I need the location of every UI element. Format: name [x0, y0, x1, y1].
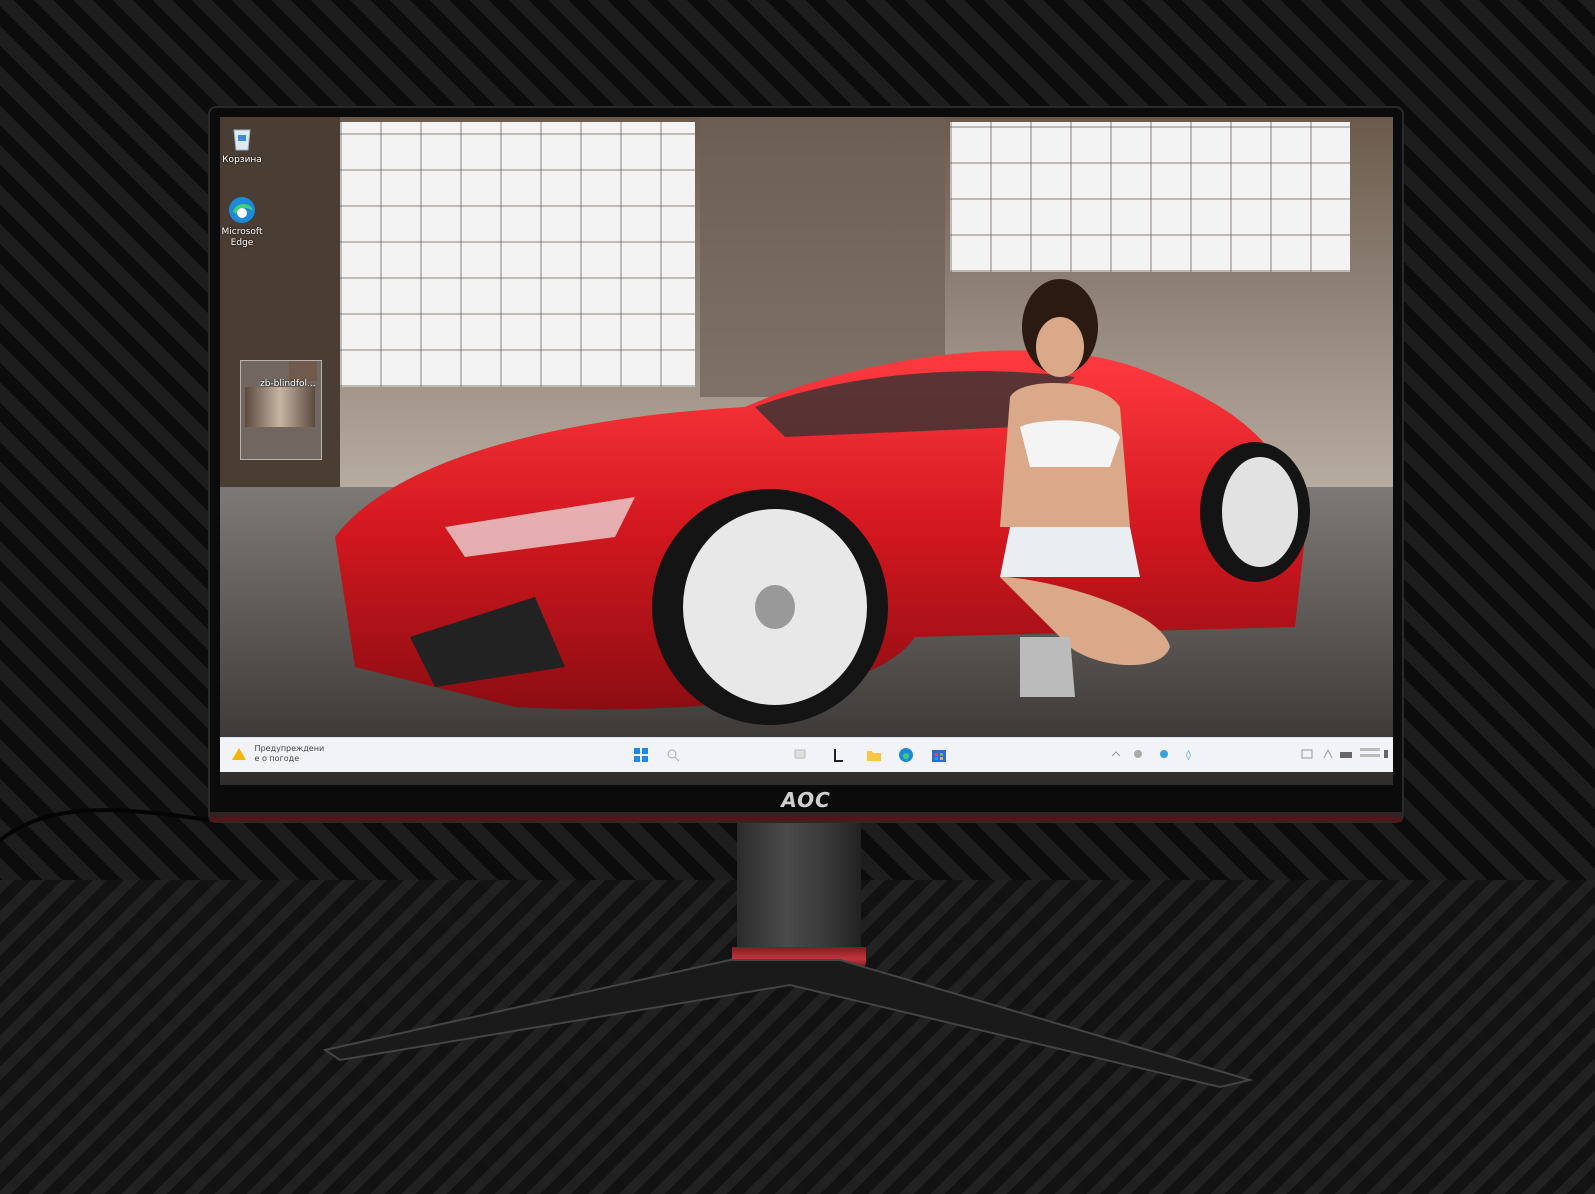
recycle-bin-icon	[233, 129, 251, 151]
monitor-stand-neck	[737, 822, 861, 952]
taskbar: Предупреждени е о погоде ◊	[220, 737, 1393, 772]
desktop-icon-recycle-bin[interactable]: Корзина	[220, 123, 272, 166]
search-icon[interactable]	[665, 747, 681, 763]
monitor-chin-stripe	[210, 812, 1402, 822]
monitor-stand-base	[322, 959, 1254, 1089]
desktop-thumbnail-preview	[240, 360, 322, 460]
desktop-icon-label: Microsoft Edge	[221, 227, 263, 248]
monitor-logo: AOC	[781, 788, 831, 812]
tray-icons: ◊	[1111, 749, 1191, 761]
weather-line1: Предупреждени	[254, 744, 325, 753]
monitor-cable	[0, 808, 220, 842]
task-view-icon[interactable]	[793, 747, 809, 763]
store-icon[interactable]	[931, 747, 947, 763]
weather-line2: е о погоде	[254, 754, 300, 763]
desktop-folder-label[interactable]: zb-blindfol...	[260, 379, 332, 389]
folder-icon[interactable]	[866, 747, 882, 763]
svg-text:◊: ◊	[1186, 749, 1191, 760]
thumbnail-image	[245, 387, 315, 427]
system-tray[interactable]: ◊	[1110, 748, 1230, 762]
desktop-icon-edge[interactable]: Microsoft Edge	[220, 195, 272, 249]
start-icon[interactable]	[633, 747, 649, 763]
thumbnail-image-small	[289, 361, 317, 381]
warning-icon	[232, 748, 246, 760]
wallpaper-model	[1000, 279, 1170, 697]
taskbar-weather-widget[interactable]: Предупреждени е о погоде	[232, 744, 324, 764]
edge-icon	[229, 197, 255, 223]
wallpaper-window-right	[950, 122, 1350, 272]
desktop-icon-label: Корзина	[222, 155, 262, 165]
monitor-screen: Корзина Microsoft Edge zb-blindfol... Пр…	[220, 117, 1393, 785]
widgets-icon[interactable]	[831, 747, 847, 763]
clock-and-tray-icons	[1301, 748, 1388, 759]
edge-icon[interactable]	[898, 747, 914, 763]
taskbar-clock[interactable]	[1300, 744, 1390, 767]
